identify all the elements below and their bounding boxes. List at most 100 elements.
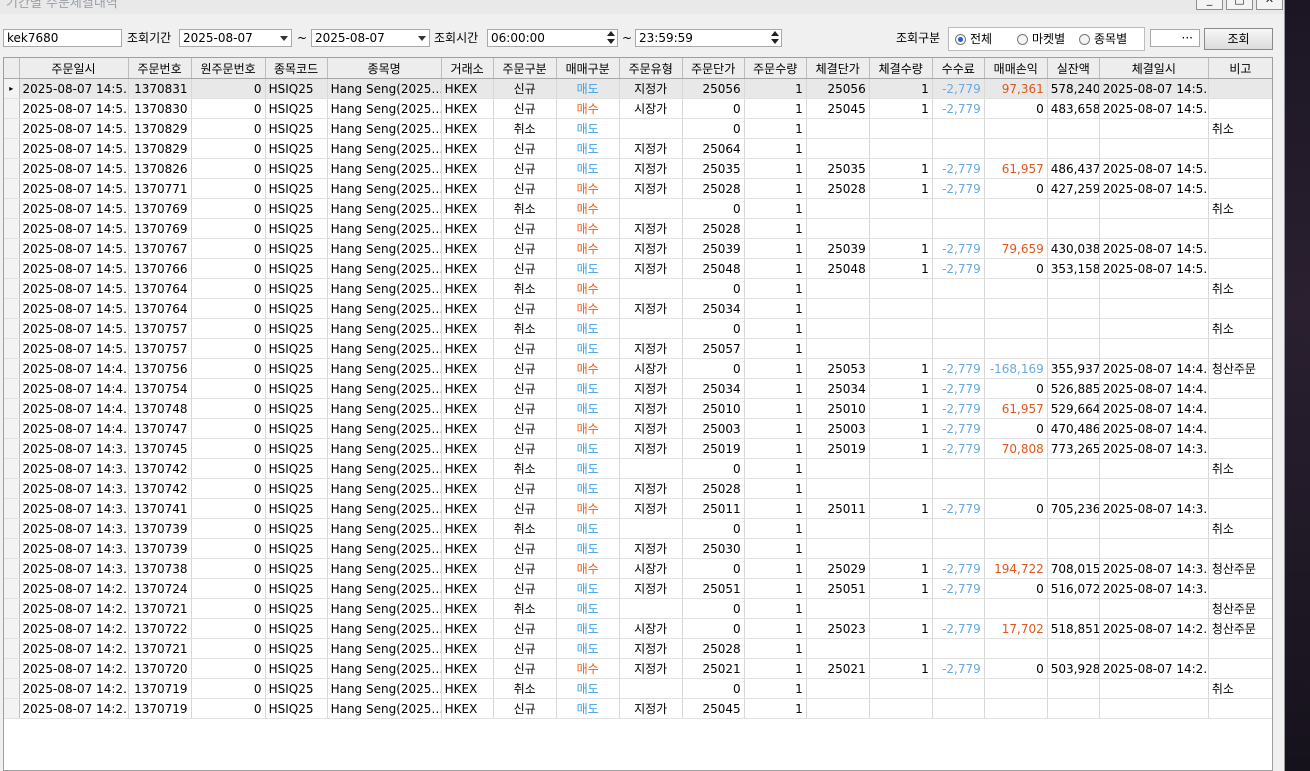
cell-fill-time: 2025-08-07 14:5…	[1099, 78, 1209, 99]
table-row[interactable]: 2025-08-07 14:5… 1370766 0 HSIQ25 Hang Seng(…	[4, 258, 1272, 279]
table-row[interactable]: 2025-08-07 14:4… 1370754 0 HSIQ25 Hang Seng(…	[4, 378, 1272, 399]
cell-symbol-code: HSIQ25	[265, 438, 328, 459]
table-row[interactable]: 2025-08-07 14:2… 1370719 0 HSIQ25 Hang Seng(…	[4, 678, 1272, 699]
column-header-orig-order-no[interactable]: 원주문번호	[191, 58, 266, 79]
table-row[interactable]: 2025-08-07 14:4… 1370748 0 HSIQ25 Hang Seng(…	[4, 398, 1272, 419]
column-header-fill-price[interactable]: 체결단가	[806, 58, 870, 79]
cell-order-price: 25034	[682, 378, 745, 399]
more-options-button[interactable]: ···	[1150, 29, 1200, 47]
cell-order-kind: 신규	[493, 358, 557, 379]
cell-order-time: 2025-08-07 14:4…	[19, 358, 129, 379]
table-row[interactable]: 2025-08-07 14:2… 1370724 0 HSIQ25 Hang Seng(…	[4, 578, 1272, 599]
table-row[interactable]: 2025-08-07 14:2… 1370719 0 HSIQ25 Hang Seng(…	[4, 698, 1272, 719]
table-row[interactable]: 2025-08-07 14:5… 1370769 0 HSIQ25 Hang Seng(…	[4, 218, 1272, 239]
column-header-order-kind[interactable]: 주문구분	[493, 58, 557, 79]
row-indicator	[4, 458, 20, 479]
table-row[interactable]: 2025-08-07 14:3… 1370741 0 HSIQ25 Hang Seng(…	[4, 498, 1272, 519]
table-row[interactable]: 2025-08-07 14:5… 1370771 0 HSIQ25 Hang Seng(…	[4, 178, 1272, 199]
radio-market[interactable]: 마켓별	[1017, 31, 1065, 47]
cell-order-qty: 1	[744, 558, 807, 579]
table-row[interactable]: 2025-08-07 14:2… 1370721 0 HSIQ25 Hang Seng(…	[4, 598, 1272, 619]
cell-fill-qty	[869, 218, 933, 239]
table-row[interactable]: 2025-08-07 14:5… 1370764 0 HSIQ25 Hang Seng(…	[4, 278, 1272, 299]
cell-symbol-code: HSIQ25	[265, 538, 328, 559]
account-field[interactable]: kek7680	[3, 29, 122, 47]
column-header-order-type[interactable]: 주문유형	[619, 58, 683, 79]
table-row[interactable]: 2025-08-07 14:3… 1370739 0 HSIQ25 Hang Seng(…	[4, 518, 1272, 539]
table-row[interactable]: 2025-08-07 14:4… 1370747 0 HSIQ25 Hang Seng(…	[4, 418, 1272, 439]
column-header-order-qty[interactable]: 주문수량	[744, 58, 807, 79]
table-row[interactable]: 2025-08-07 14:2… 1370721 0 HSIQ25 Hang Seng(…	[4, 638, 1272, 659]
table-row[interactable]: ▸ 2025-08-07 14:5… 1370831 0 HSIQ25 Hang Seng…	[4, 78, 1272, 99]
table-row[interactable]: 2025-08-07 14:3… 1370745 0 HSIQ25 Hang Seng(…	[4, 438, 1272, 459]
cell-exchange: HKEX	[441, 598, 494, 619]
cell-symbol-code: HSIQ25	[265, 338, 328, 359]
row-indicator	[4, 638, 20, 659]
close-button[interactable]: ✕	[1256, 0, 1283, 10]
table-row[interactable]: 2025-08-07 14:5… 1370767 0 HSIQ25 Hang Seng(…	[4, 238, 1272, 259]
table-row[interactable]: 2025-08-07 14:5… 1370829 0 HSIQ25 Hang Seng(…	[4, 138, 1272, 159]
minimize-button[interactable]: _	[1196, 0, 1223, 10]
spin-arrows-icon[interactable]	[607, 31, 615, 45]
cell-order-type: 지정가	[619, 298, 683, 319]
radio-symbol[interactable]: 종목별	[1079, 31, 1127, 47]
time-from-input[interactable]: 06:00:00	[487, 29, 618, 47]
table-row[interactable]: 2025-08-07 14:5… 1370757 0 HSIQ25 Hang Seng(…	[4, 318, 1272, 339]
maximize-button[interactable]: □	[1226, 0, 1253, 10]
date-from-select[interactable]: 2025-08-07	[179, 29, 292, 47]
cell-order-no: 1370720	[128, 658, 192, 679]
table-row[interactable]: 2025-08-07 14:5… 1370769 0 HSIQ25 Hang Seng(…	[4, 198, 1272, 219]
radio-all[interactable]: 전체	[955, 31, 992, 47]
cell-orig-order-no: 0	[191, 138, 266, 159]
table-row[interactable]: 2025-08-07 14:5… 1370830 0 HSIQ25 Hang Seng(…	[4, 98, 1272, 119]
cell-symbol-code: HSIQ25	[265, 178, 328, 199]
column-header-balance[interactable]: 실잔액	[1047, 58, 1100, 79]
column-header-order-time[interactable]: 주문일시	[19, 58, 129, 79]
table-row[interactable]: 2025-08-07 14:3… 1370742 0 HSIQ25 Hang Seng(…	[4, 458, 1272, 479]
cell-order-no: 1370771	[128, 178, 192, 199]
column-header-pnl[interactable]: 매매손익	[984, 58, 1048, 79]
search-button[interactable]: 조회	[1204, 28, 1273, 50]
cell-exchange: HKEX	[441, 118, 494, 139]
table-row[interactable]: 2025-08-07 14:5… 1370826 0 HSIQ25 Hang Seng(…	[4, 158, 1272, 179]
table-row[interactable]: 2025-08-07 14:5… 1370829 0 HSIQ25 Hang Seng(…	[4, 118, 1272, 139]
table-row[interactable]: 2025-08-07 14:3… 1370742 0 HSIQ25 Hang Seng(…	[4, 478, 1272, 499]
cell-order-no: 1370745	[128, 438, 192, 459]
table-header-row: 주문일시 주문번호 원주문번호 종목코드 종목명 거래소 주문구분 매매구분 주문유형 주문단가 주…	[4, 58, 1272, 79]
column-header-side[interactable]: 매매구분	[556, 58, 620, 79]
column-header-symbol-name[interactable]: 종목명	[327, 58, 442, 79]
column-header-symbol-code[interactable]: 종목코드	[265, 58, 328, 79]
column-header-fill-time[interactable]: 체결일시	[1099, 58, 1209, 79]
column-header-order-no[interactable]: 주문번호	[128, 58, 192, 79]
cell-fill-time	[1099, 218, 1209, 239]
table-row[interactable]: 2025-08-07 14:4… 1370756 0 HSIQ25 Hang Seng(…	[4, 358, 1272, 379]
cell-order-price: 0	[682, 558, 745, 579]
time-to-input[interactable]: 23:59:59	[635, 29, 782, 47]
table-row[interactable]: 2025-08-07 14:3… 1370738 0 HSIQ25 Hang Seng(…	[4, 558, 1272, 579]
cell-fill-price: 25056	[806, 78, 870, 99]
table-row[interactable]: 2025-08-07 14:5… 1370764 0 HSIQ25 Hang Seng(…	[4, 298, 1272, 319]
cell-fill-qty	[869, 278, 933, 299]
cell-fill-time	[1099, 538, 1209, 559]
cell-orig-order-no: 0	[191, 598, 266, 619]
column-header-fee[interactable]: 수수료	[932, 58, 985, 79]
table-row[interactable]: 2025-08-07 14:5… 1370757 0 HSIQ25 Hang Seng(…	[4, 338, 1272, 359]
date-to-select[interactable]: 2025-08-07	[311, 29, 430, 47]
table-row[interactable]: 2025-08-07 14:2… 1370720 0 HSIQ25 Hang Seng(…	[4, 658, 1272, 679]
cell-fill-qty: 1	[869, 238, 933, 259]
cell-fee: -2,779	[932, 178, 985, 199]
cell-orig-order-no: 0	[191, 238, 266, 259]
table-row[interactable]: 2025-08-07 14:3… 1370739 0 HSIQ25 Hang Seng(…	[4, 538, 1272, 559]
column-header-exchange[interactable]: 거래소	[441, 58, 494, 79]
column-header-note[interactable]: 비고	[1208, 58, 1272, 79]
row-indicator	[4, 658, 20, 679]
cell-order-kind: 신규	[493, 438, 557, 459]
cell-order-time: 2025-08-07 14:5…	[19, 258, 129, 279]
table-row[interactable]: 2025-08-07 14:2… 1370722 0 HSIQ25 Hang Seng(…	[4, 618, 1272, 639]
column-header-order-price[interactable]: 주문단가	[682, 58, 745, 79]
cell-orig-order-no: 0	[191, 618, 266, 639]
column-header-fill-qty[interactable]: 체결수량	[869, 58, 933, 79]
cell-side: 매도	[556, 338, 620, 359]
spin-arrows-icon[interactable]	[771, 31, 779, 45]
cell-exchange: HKEX	[441, 318, 494, 339]
